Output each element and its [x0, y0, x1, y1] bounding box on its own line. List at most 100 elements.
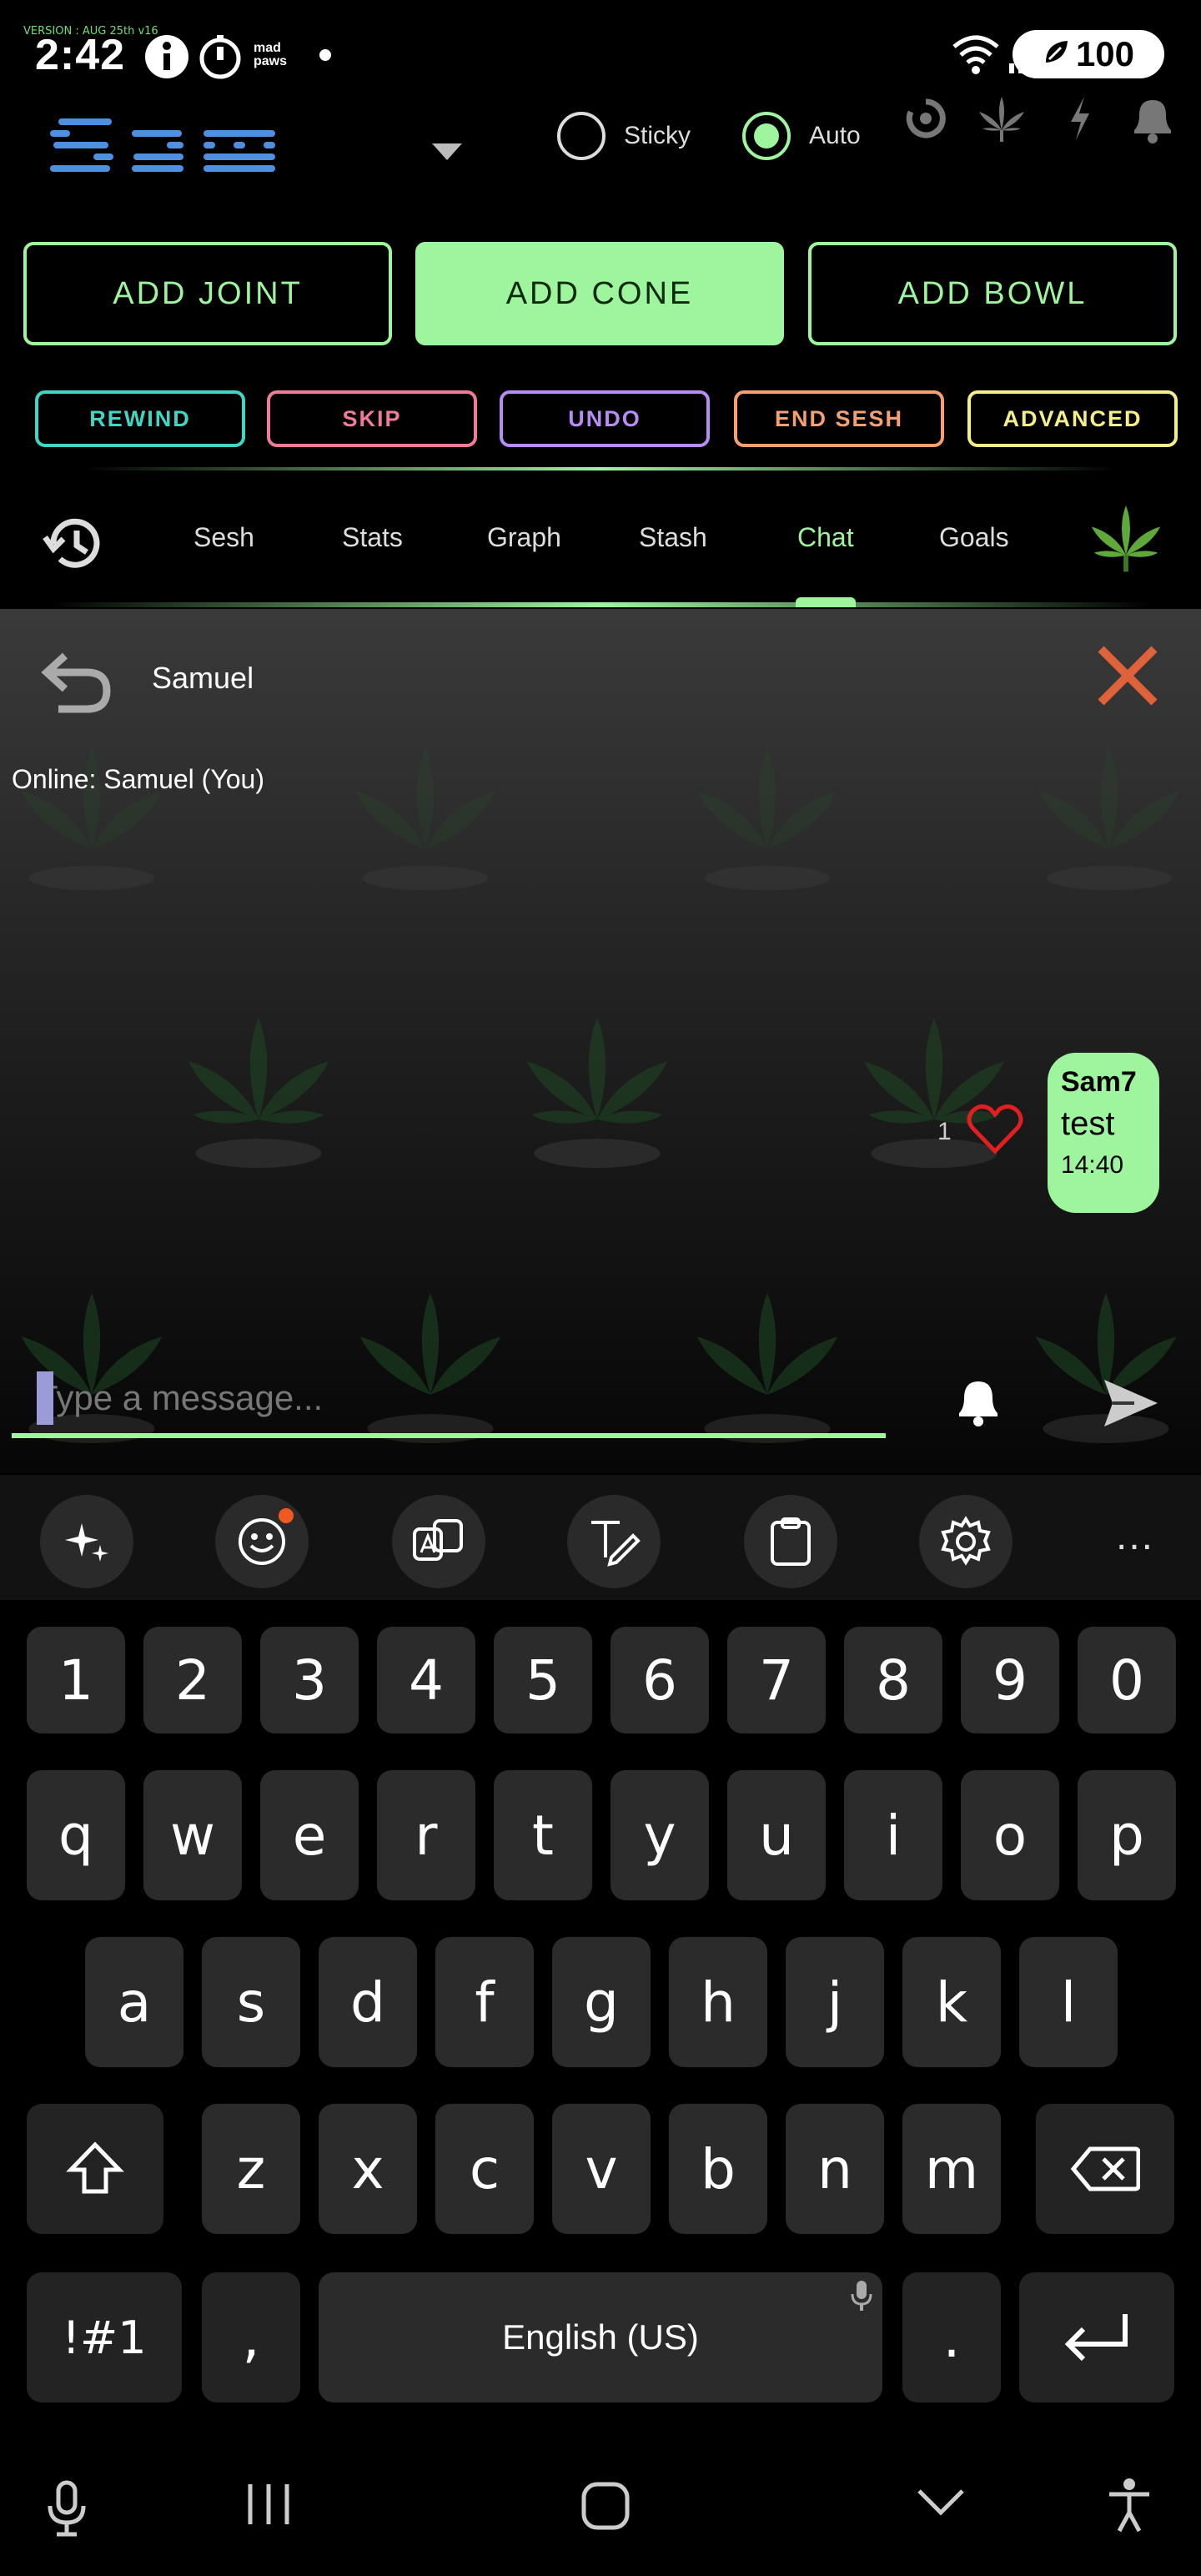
profile-dropdown-icon[interactable] [432, 143, 462, 160]
translate-icon[interactable] [392, 1495, 485, 1588]
add-cone-button[interactable]: ADD CONE [415, 242, 784, 345]
auto-radio[interactable]: Auto [742, 112, 861, 160]
period-key[interactable]: . [902, 2272, 1001, 2402]
tab-bar: Sesh Stats Graph Stash Chat Goals [0, 492, 1201, 609]
mic-small-icon [849, 2279, 874, 2317]
add-bowl-button[interactable]: ADD BOWL [808, 242, 1177, 345]
message-input[interactable] [12, 1365, 886, 1431]
loading-icon[interactable] [904, 93, 947, 148]
key-7[interactable]: 7 [727, 1627, 826, 1733]
key-h[interactable]: h [669, 1937, 767, 2067]
history-icon[interactable] [42, 511, 108, 581]
key-e[interactable]: e [260, 1770, 359, 1900]
key-m[interactable]: m [902, 2104, 1001, 2234]
key-5[interactable]: 5 [494, 1627, 592, 1733]
tab-sesh[interactable]: Sesh [193, 522, 254, 553]
app-logo[interactable] [50, 108, 284, 196]
notification-bell-icon[interactable] [954, 1375, 1003, 1432]
recent-apps-icon[interactable] [244, 2479, 294, 2533]
key-w[interactable]: w [143, 1770, 242, 1900]
key-q[interactable]: q [27, 1770, 125, 1900]
key-9[interactable]: 9 [961, 1627, 1059, 1733]
key-j[interactable]: j [786, 1937, 884, 2067]
symbols-key[interactable]: !#1 [27, 2272, 182, 2402]
key-4[interactable]: 4 [377, 1627, 475, 1733]
key-c[interactable]: c [435, 2104, 534, 2234]
key-3[interactable]: 3 [260, 1627, 359, 1733]
message-bubble[interactable]: Sam7 test 14:40 [1048, 1053, 1159, 1213]
enter-key[interactable] [1019, 2272, 1174, 2402]
tab-graph[interactable]: Graph [487, 522, 561, 553]
microphone-icon[interactable] [43, 2479, 90, 2542]
key-8[interactable]: 8 [844, 1627, 942, 1733]
settings-gear-icon[interactable] [919, 1495, 1013, 1588]
bolt-icon[interactable] [1066, 93, 1094, 148]
chat-title: Samuel [152, 661, 254, 695]
sticky-radio-circle[interactable] [557, 112, 606, 160]
key-a[interactable]: a [85, 1937, 183, 2067]
key-b[interactable]: b [669, 2104, 767, 2234]
shift-key[interactable] [27, 2104, 163, 2234]
key-r[interactable]: r [377, 1770, 475, 1900]
key-p[interactable]: p [1078, 1770, 1176, 1900]
accessibility-icon[interactable] [1104, 2476, 1154, 2538]
comma-key[interactable]: , [202, 2272, 300, 2402]
send-icon[interactable] [1101, 1376, 1161, 1434]
bell-icon[interactable] [1128, 93, 1178, 149]
leaf-menu-icon[interactable] [1089, 502, 1163, 581]
tab-chat[interactable]: Chat [797, 522, 854, 553]
background-leaf-icon [21, 747, 163, 891]
undo-button[interactable]: UNDO [500, 390, 710, 447]
background-leaf-icon [354, 747, 496, 891]
key-u[interactable]: u [727, 1770, 826, 1900]
key-f[interactable]: f [435, 1937, 534, 2067]
key-k[interactable]: k [902, 1937, 1001, 2067]
key-1[interactable]: 1 [27, 1627, 125, 1733]
sticky-label: Sticky [624, 122, 691, 149]
key-0[interactable]: 0 [1078, 1627, 1176, 1733]
key-n[interactable]: n [786, 2104, 884, 2234]
close-icon[interactable] [1094, 642, 1161, 713]
message-author: Sam7 [1061, 1066, 1137, 1098]
key-g[interactable]: g [552, 1937, 651, 2067]
heart-icon[interactable] [966, 1103, 1024, 1160]
tab-stash[interactable]: Stash [639, 522, 707, 553]
key-o[interactable]: o [961, 1770, 1059, 1900]
end-sesh-button[interactable]: END SESH [734, 390, 944, 447]
tab-stats[interactable]: Stats [342, 522, 403, 553]
key-d[interactable]: d [319, 1937, 417, 2067]
emoji-icon[interactable] [215, 1495, 309, 1588]
handwriting-icon[interactable] [567, 1495, 661, 1588]
key-y[interactable]: y [611, 1770, 709, 1900]
more-options-icon[interactable]: ... [1116, 1513, 1154, 1559]
key-v[interactable]: v [552, 2104, 651, 2234]
rewind-button[interactable]: REWIND [35, 390, 245, 447]
skip-button[interactable]: SKIP [267, 390, 477, 447]
home-icon[interactable] [579, 2479, 632, 2537]
ai-sparkle-icon[interactable] [40, 1495, 133, 1588]
back-arrow-icon[interactable] [40, 644, 113, 722]
divider [83, 467, 1118, 470]
key-l[interactable]: l [1019, 1937, 1118, 2067]
key-s[interactable]: s [202, 1937, 300, 2067]
key-t[interactable]: t [494, 1770, 592, 1900]
key-6[interactable]: 6 [611, 1627, 709, 1733]
hide-keyboard-icon[interactable] [914, 2486, 967, 2523]
key-z[interactable]: z [202, 2104, 300, 2234]
space-key[interactable]: English (US) [319, 2272, 882, 2402]
clock: 2:42 [35, 31, 126, 79]
key-2[interactable]: 2 [143, 1627, 242, 1733]
text-cursor [37, 1371, 53, 1425]
key-i[interactable]: i [844, 1770, 942, 1900]
like-count: 1 [937, 1118, 952, 1145]
sticky-radio[interactable]: Sticky [557, 112, 691, 160]
backspace-key[interactable] [1036, 2104, 1174, 2234]
auto-radio-circle[interactable] [742, 112, 791, 160]
leaf-icon[interactable] [976, 93, 1028, 149]
timer-icon [197, 33, 244, 84]
advanced-button[interactable]: ADVANCED [967, 390, 1178, 447]
add-joint-button[interactable]: ADD JOINT [23, 242, 392, 345]
tab-goals[interactable]: Goals [939, 522, 1009, 553]
clipboard-icon[interactable] [744, 1495, 837, 1588]
key-x[interactable]: x [319, 2104, 417, 2234]
